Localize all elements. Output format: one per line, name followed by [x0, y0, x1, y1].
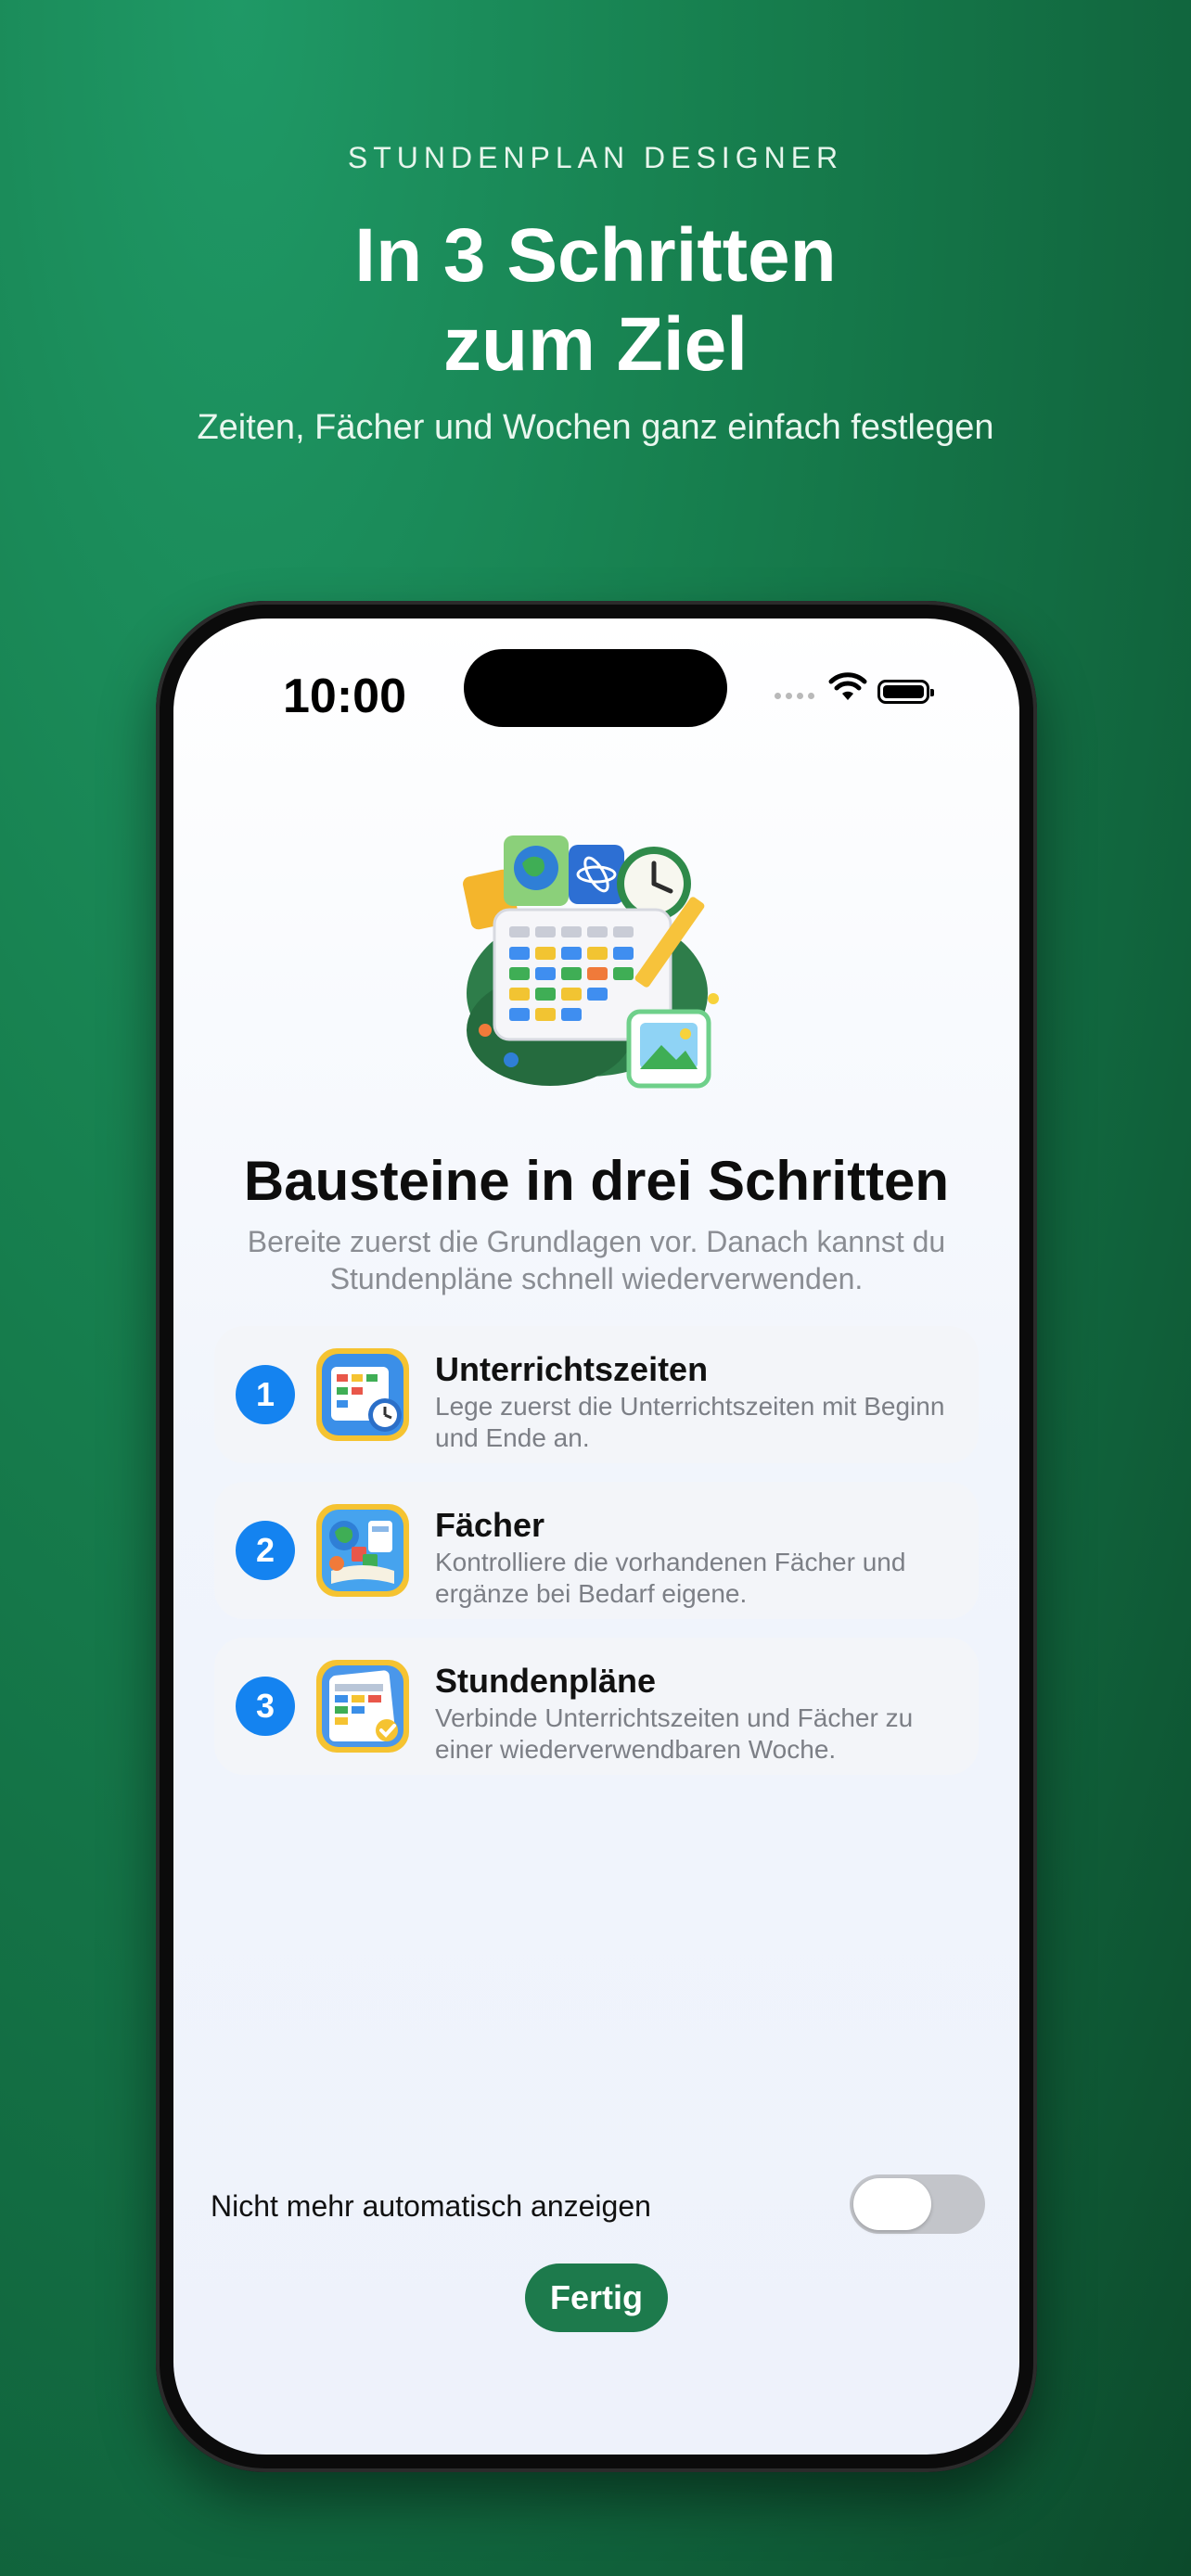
step-number-badge: 2	[236, 1521, 295, 1580]
step-card-stundenplaene: 3 Stundenpläne Verbinde Unterrichtszeite…	[214, 1638, 979, 1775]
status-indicators	[775, 672, 934, 709]
phone-screen: 10:00 Bausteine in drei Schritten Bereit…	[173, 618, 1019, 2455]
battery-icon	[877, 680, 934, 704]
app-kicker: STUNDENPLAN DESIGNER	[347, 141, 844, 174]
step-description: Verbinde Unterrichtszeiten und Fächer zu…	[435, 1703, 914, 1764]
status-time: 10:00	[283, 670, 406, 723]
step-description: Lege zuerst die Unterrichtszeiten mit Be…	[435, 1392, 945, 1452]
step-card-unterrichtszeiten: 1 Unterrichtszeiten Lege zuerst die Unte…	[214, 1326, 979, 1463]
step-number-badge: 3	[236, 1677, 295, 1736]
calendar-clock-icon	[316, 1348, 409, 1441]
timetable-illustration	[463, 835, 719, 1089]
phone-frame: 10:00 Bausteine in drei Schritten Bereit…	[156, 601, 1037, 2472]
cellular-signal-icon	[775, 693, 814, 699]
onboarding-title: Bausteine in drei Schritten	[243, 1150, 950, 1212]
step-description: Kontrolliere die vorhandenen Fächer und …	[435, 1548, 906, 1608]
step-title: Stundenpläne	[435, 1662, 657, 1700]
auto-show-toggle[interactable]	[850, 2174, 985, 2234]
wifi-icon	[828, 672, 867, 700]
headline-line-2: zum Ziel	[442, 302, 749, 387]
step-number-badge: 1	[236, 1365, 295, 1424]
step-card-faecher: 2 Fächer Kontrolliere die vorhandenen Fä…	[214, 1482, 979, 1619]
toggle-knob	[853, 2178, 931, 2230]
headline-line-1: In 3 Schritten	[354, 213, 837, 298]
auto-show-toggle-label: Nicht mehr automatisch anzeigen	[211, 2189, 651, 2223]
step-title: Fächer	[435, 1506, 545, 1544]
done-button[interactable]: Fertig	[525, 2264, 668, 2332]
promo-subtitle: Zeiten, Fächer und Wochen ganz einfach f…	[197, 408, 994, 447]
dynamic-island	[464, 649, 727, 727]
step-title: Unterrichtszeiten	[435, 1350, 709, 1388]
promo-headline: In 3 Schritten zum Ziel	[0, 211, 1191, 389]
timetable-icon	[316, 1660, 409, 1753]
subjects-icon	[316, 1504, 409, 1597]
onboarding-description: Bereite zuerst die Grundlagen vor. Danac…	[247, 1225, 946, 1295]
